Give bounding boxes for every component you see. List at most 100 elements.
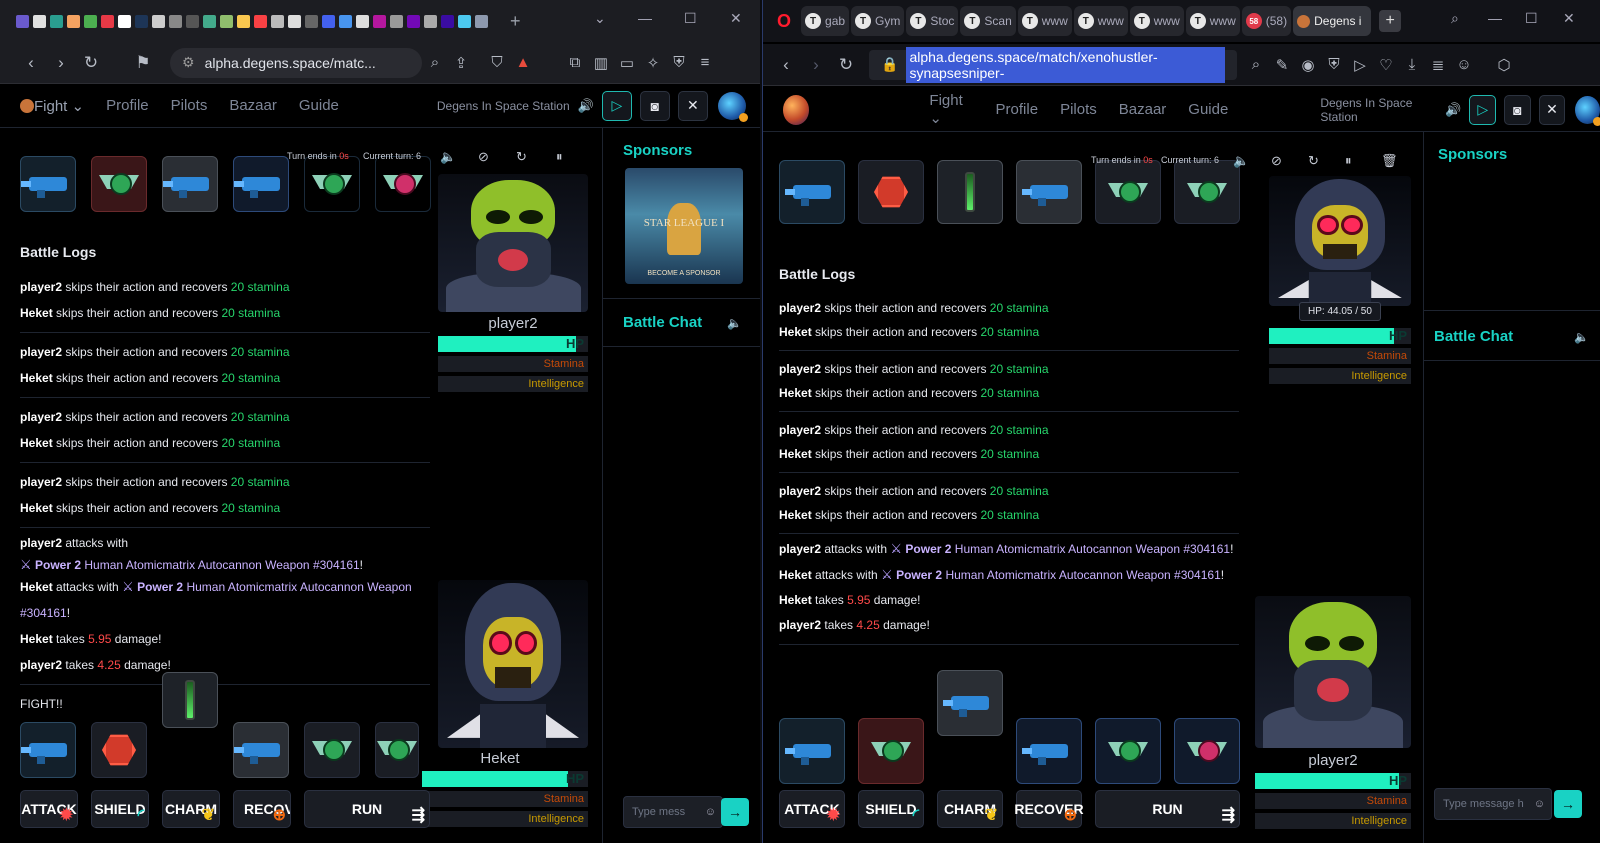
chat-input[interactable]: Type mess ☺ — [623, 796, 723, 828]
zoom-icon[interactable]: ⌕ — [422, 54, 448, 71]
tab[interactable]: Twww — [1017, 6, 1072, 36]
nav-pilots[interactable]: Pilots — [171, 97, 208, 114]
nav-bazaar[interactable]: Bazaar — [1119, 101, 1167, 118]
item-card[interactable] — [304, 722, 360, 778]
forward-icon[interactable]: › — [46, 53, 76, 73]
forfeit-icon[interactable]: ⊘ — [478, 149, 489, 165]
nav-guide[interactable]: Guide — [299, 97, 339, 114]
edit-icon[interactable]: ✎ — [1269, 56, 1295, 74]
tab-search-icon[interactable]: ⌄ — [594, 10, 606, 27]
chat-sound-icon[interactable]: 🔈 — [1574, 330, 1589, 344]
pause-icon[interactable]: ⏸ — [556, 149, 563, 165]
forfeit-icon[interactable]: ⊘ — [1271, 153, 1282, 169]
send-icon[interactable]: ▷ — [1347, 56, 1373, 74]
search-icon[interactable]: ⌕ — [1451, 10, 1459, 27]
item-card[interactable] — [1174, 160, 1240, 224]
item-card[interactable] — [91, 156, 147, 212]
item-card[interactable] — [779, 718, 845, 784]
item-card[interactable] — [858, 160, 924, 224]
extensions-icon[interactable]: ⬡ — [1491, 56, 1517, 74]
refresh-icon[interactable]: ↻ — [516, 149, 527, 165]
sound-icon[interactable]: 🔈 — [440, 149, 456, 165]
chat-sound-icon[interactable]: 🔈 — [727, 316, 742, 330]
nav-bazaar[interactable]: Bazaar — [229, 97, 277, 114]
search-icon[interactable]: ⌕ — [1243, 56, 1269, 73]
item-card-selected[interactable] — [937, 670, 1003, 736]
play-button[interactable]: ▷ — [1469, 94, 1497, 125]
tab[interactable]: T Stoc — [906, 6, 959, 36]
reload-icon[interactable]: ↻ — [831, 55, 861, 75]
close-button[interactable]: ✕ — [1563, 10, 1575, 27]
sidebar-icon[interactable]: ▥ — [588, 54, 614, 72]
item-card[interactable] — [162, 156, 218, 212]
brave-rewards-icon[interactable]: ▲ — [510, 54, 536, 71]
recover-button[interactable]: RECOVER⊕ — [1014, 790, 1084, 828]
refresh-icon[interactable]: ↻ — [1308, 153, 1319, 169]
reload-icon[interactable]: ↻ — [76, 53, 106, 73]
tab[interactable]: Tgab — [801, 6, 850, 36]
recover-button[interactable]: RECOVER⊕ — [233, 790, 291, 828]
nav-fight[interactable]: Fight ⌄ — [929, 92, 973, 127]
tab[interactable]: 58 (58) — [1241, 6, 1292, 36]
bookmark-icon[interactable]: ⚑ — [128, 53, 158, 73]
delete-icon[interactable]: 🗑 — [1381, 153, 1398, 169]
play-button[interactable]: ▷ — [601, 90, 632, 121]
shield-icon[interactable]: ⛨ — [1321, 56, 1347, 73]
pinned-tab-favicons[interactable] — [14, 14, 490, 28]
item-card[interactable] — [20, 722, 76, 778]
tab-active[interactable]: Degens i — [1293, 6, 1372, 36]
wallet-icon[interactable]: ▭ — [614, 54, 640, 72]
avatar[interactable] — [717, 91, 748, 122]
chat-input[interactable]: Type message h ☺ — [1434, 788, 1552, 820]
tab[interactable]: T Gym — [851, 6, 905, 36]
item-card[interactable] — [1016, 160, 1082, 224]
x-twitter-icon[interactable]: ✕ — [677, 90, 708, 121]
item-card[interactable] — [91, 722, 147, 778]
item-card[interactable] — [20, 156, 76, 212]
leo-icon[interactable]: ✧ — [640, 54, 666, 72]
charm-button[interactable]: CHARM ❦ — [937, 790, 1003, 828]
pause-icon[interactable]: ⏸ — [1345, 153, 1352, 169]
emoji-icon[interactable]: ☺ — [705, 806, 716, 818]
camera-icon[interactable]: ◉ — [1295, 56, 1321, 74]
logo[interactable] — [783, 94, 810, 125]
avatar[interactable] — [1575, 95, 1600, 126]
brave-shield-icon[interactable]: ⛉ — [484, 54, 510, 71]
back-icon[interactable]: ‹ — [771, 55, 801, 75]
discord-icon[interactable]: ◙ — [1504, 94, 1531, 125]
item-card[interactable] — [1174, 718, 1240, 784]
maximize-button[interactable]: ☐ — [1525, 10, 1538, 27]
nav-profile[interactable]: Profile — [996, 101, 1039, 118]
item-card[interactable] — [1095, 718, 1161, 784]
sponsor-banner[interactable]: STAR LEAGUE I BECOME A SPONSOR — [625, 168, 743, 284]
menu-icon[interactable]: ≡ — [692, 54, 718, 71]
close-button[interactable]: ✕ — [730, 10, 742, 27]
send-button[interactable]: → — [721, 798, 749, 826]
run-button[interactable]: RUN ⇶ — [1095, 790, 1240, 828]
back-icon[interactable]: ‹ — [16, 53, 46, 73]
new-tab-button[interactable]: + — [510, 11, 521, 32]
sound-icon[interactable]: 🔊 — [1445, 102, 1461, 118]
maximize-button[interactable]: ☐ — [684, 10, 697, 27]
forward-icon[interactable]: › — [801, 55, 831, 75]
extensions-icon[interactable]: ⧉ — [562, 54, 588, 71]
item-card[interactable] — [779, 160, 845, 224]
download-icon[interactable]: ⤓ — [1399, 56, 1425, 73]
send-button[interactable]: → — [1554, 790, 1582, 818]
item-card[interactable] — [937, 160, 1003, 224]
vpn-icon[interactable]: ⛨ — [666, 54, 692, 71]
tab[interactable]: Twww — [1129, 6, 1184, 36]
item-card[interactable] — [375, 156, 431, 212]
attack-button[interactable]: ATTACK ✹ — [779, 790, 845, 828]
sound-icon[interactable]: 🔈 — [1233, 153, 1249, 169]
emoji-icon[interactable]: ☺ — [1534, 798, 1545, 810]
share-icon[interactable]: ⇪ — [448, 54, 474, 72]
site-info-icon[interactable]: ⚙ — [182, 54, 195, 71]
x-twitter-icon[interactable]: ✕ — [1538, 94, 1566, 125]
item-card[interactable] — [233, 156, 289, 212]
discord-icon[interactable]: ◙ — [639, 90, 670, 121]
shield-button[interactable]: SHIELD ◜ — [858, 790, 924, 828]
nav-fight[interactable]: Fight ⌄ — [20, 97, 84, 115]
charm-button[interactable]: CHARM ❦ — [162, 790, 220, 828]
opera-logo-icon[interactable]: O — [777, 11, 791, 32]
